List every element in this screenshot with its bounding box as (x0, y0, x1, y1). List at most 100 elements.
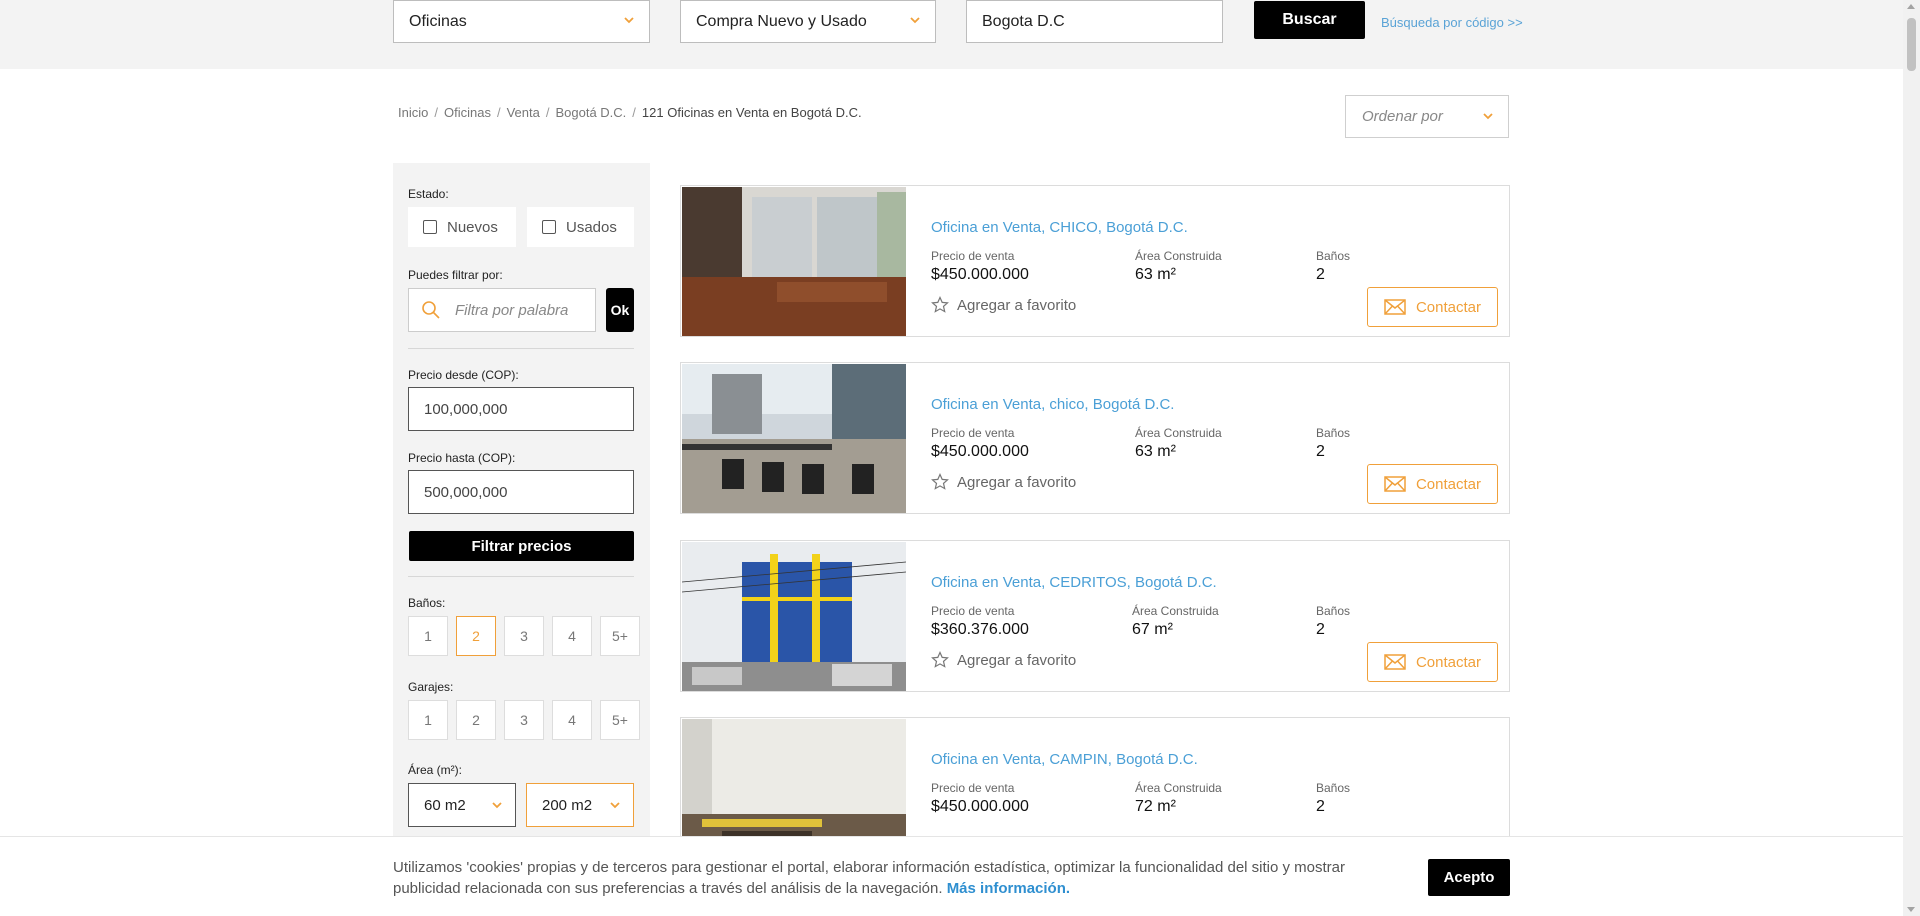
baths-label: Baños (1316, 604, 1351, 618)
scrollbar[interactable] (1903, 0, 1920, 916)
listing-card[interactable]: Oficina en Venta, CHICO, Bogotá D.C. Pre… (680, 185, 1510, 337)
breadcrumb-separator: / (496, 105, 501, 120)
banos-option-5-plus[interactable]: 5+ (600, 616, 640, 656)
listing-title[interactable]: Oficina en Venta, chico, Bogotá D.C. (931, 396, 1174, 413)
contact-label: Contactar (1415, 298, 1482, 316)
filters-sidebar: Estado: Nuevos Usados Puedes filtrar por… (393, 163, 650, 843)
scroll-up-icon[interactable] (1907, 4, 1915, 9)
envelope-icon (1384, 299, 1406, 315)
breadcrumb: Inicio / Oficinas / Venta / Bogotá D.C. … (398, 105, 862, 120)
contact-label: Contactar (1415, 653, 1482, 671)
ok-button[interactable]: Ok (606, 288, 634, 332)
garajes-option-3[interactable]: 3 (504, 700, 544, 740)
favorite-label: Agregar a favorito (957, 473, 1077, 491)
chevron-down-icon (624, 17, 634, 24)
favorite-button[interactable]: Agregar a favorito (931, 651, 1076, 669)
area-min-value: 60 m2 (424, 796, 466, 814)
area-label: Área Construida (1135, 781, 1222, 795)
cookie-banner: Utilizamos 'cookies' propias y de tercer… (0, 836, 1903, 916)
more-info-link[interactable]: Más información. (947, 880, 1070, 897)
checkbox-icon (542, 220, 556, 234)
listing-baths: 2 (1316, 266, 1325, 283)
area-max-select[interactable]: 200 m2 (526, 783, 634, 827)
area-label: Área (m²): (408, 763, 462, 777)
breadcrumb-item-oficinas[interactable]: Oficinas (444, 105, 491, 120)
banos-option-1[interactable]: 1 (408, 616, 448, 656)
location-input[interactable]: Bogota D.C (966, 0, 1223, 43)
listing-title[interactable]: Oficina en Venta, CEDRITOS, Bogotá D.C. (931, 574, 1217, 591)
estado-label: Estado: (408, 187, 449, 201)
garajes-option-2[interactable]: 2 (456, 700, 496, 740)
listing-title[interactable]: Oficina en Venta, CHICO, Bogotá D.C. (931, 219, 1188, 236)
area-max-value: 200 m2 (542, 796, 593, 814)
garajes-option-5-plus[interactable]: 5+ (600, 700, 640, 740)
contact-label: Contactar (1415, 475, 1482, 493)
operation-value: Compra Nuevo y Usado (696, 12, 867, 30)
contact-button[interactable]: Contactar (1367, 642, 1498, 682)
keyword-filter-input[interactable]: Filtra por palabra (408, 288, 596, 332)
listing-area: 63 m² (1135, 266, 1176, 283)
location-value: Bogota D.C (982, 12, 1065, 30)
divider (408, 576, 634, 577)
contact-button[interactable]: Contactar (1367, 287, 1498, 327)
area-min-select[interactable]: 60 m2 (408, 783, 516, 827)
banos-option-2[interactable]: 2 (456, 616, 496, 656)
listing-card[interactable]: Oficina en Venta, chico, Bogotá D.C. Pre… (680, 362, 1510, 514)
breadcrumb-item-venta[interactable]: Venta (507, 105, 540, 120)
garajes-option-4[interactable]: 4 (552, 700, 592, 740)
listing-baths: 2 (1316, 621, 1325, 638)
price-to-input[interactable]: 500,000,000 (408, 470, 634, 514)
price-from-input[interactable]: 100,000,000 (408, 387, 634, 431)
property-type-select[interactable]: Oficinas (393, 0, 650, 43)
star-icon (931, 473, 949, 490)
listing-price: $450.000.000 (931, 443, 1029, 460)
listing-price: $450.000.000 (931, 798, 1029, 815)
listing-title[interactable]: Oficina en Venta, CAMPIN, Bogotá D.C. (931, 751, 1198, 768)
favorite-label: Agregar a favorito (957, 296, 1077, 314)
listing-photo[interactable] (682, 542, 906, 691)
breadcrumb-separator: / (632, 105, 636, 120)
favorite-label: Agregar a favorito (957, 651, 1077, 669)
checkbox-icon (423, 220, 437, 234)
search-button[interactable]: Buscar (1254, 1, 1365, 39)
contact-button[interactable]: Contactar (1367, 464, 1498, 504)
nuevos-label: Nuevos (447, 218, 498, 236)
baths-label: Baños (1316, 426, 1351, 440)
garajes-option-1[interactable]: 1 (408, 700, 448, 740)
listing-area: 67 m² (1132, 621, 1173, 638)
listing-price: $360.376.000 (931, 621, 1029, 638)
breadcrumb-item-bogota[interactable]: Bogotá D.C. (555, 105, 626, 120)
code-search-link[interactable]: Búsqueda por código >> (1381, 15, 1523, 30)
chevron-down-icon (1483, 113, 1493, 120)
listing-area: 63 m² (1135, 443, 1176, 460)
banos-option-4[interactable]: 4 (552, 616, 592, 656)
baths-label: Baños (1316, 249, 1351, 263)
listing-baths: 2 (1316, 798, 1325, 815)
nuevos-checkbox[interactable]: Nuevos (408, 207, 516, 247)
price-label: Precio de venta (931, 604, 1015, 618)
sort-select[interactable]: Ordenar por (1345, 95, 1509, 138)
breadcrumb-separator: / (434, 105, 438, 120)
listing-photo[interactable] (682, 364, 906, 513)
filter-prices-button[interactable]: Filtrar precios (409, 531, 634, 561)
accept-cookies-button[interactable]: Acepto (1428, 859, 1510, 896)
listing-card[interactable]: Oficina en Venta, CEDRITOS, Bogotá D.C. … (680, 540, 1510, 692)
listing-price: $450.000.000 (931, 266, 1029, 283)
scroll-down-icon[interactable] (1907, 907, 1915, 912)
price-label: Precio de venta (931, 426, 1015, 440)
favorite-button[interactable]: Agregar a favorito (931, 296, 1076, 314)
scrollbar-thumb[interactable] (1907, 18, 1916, 71)
favorite-button[interactable]: Agregar a favorito (931, 473, 1076, 491)
area-label: Área Construida (1135, 426, 1222, 440)
usados-checkbox[interactable]: Usados (527, 207, 634, 247)
chevron-down-icon (492, 802, 502, 809)
listing-photo[interactable] (682, 187, 906, 336)
envelope-icon (1384, 654, 1406, 670)
breadcrumb-item-inicio[interactable]: Inicio (398, 105, 428, 120)
price-label: Precio de venta (931, 249, 1015, 263)
usados-label: Usados (566, 218, 617, 236)
operation-select[interactable]: Compra Nuevo y Usado (680, 0, 936, 43)
breadcrumb-current: 121 Oficinas en Venta en Bogotá D.C. (641, 105, 862, 120)
banos-option-3[interactable]: 3 (504, 616, 544, 656)
cookie-text: Utilizamos 'cookies' propias y de tercer… (393, 857, 1353, 899)
